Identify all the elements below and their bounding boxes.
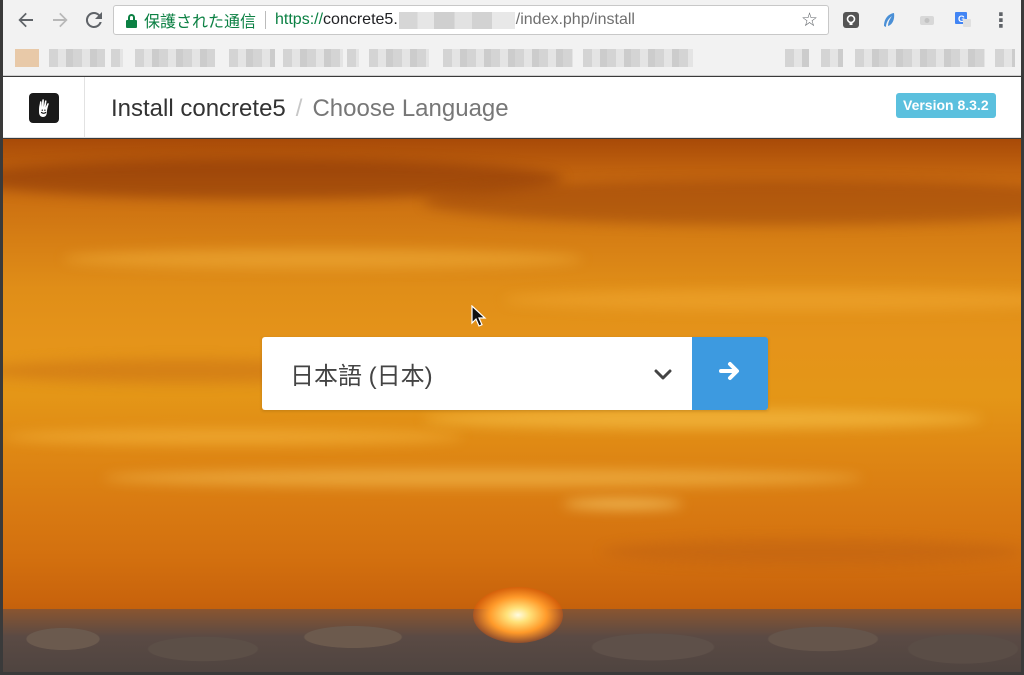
bookmark-item[interactable]	[821, 49, 843, 67]
bookmark-item[interactable]	[135, 49, 215, 67]
bookmark-item[interactable]	[369, 49, 429, 67]
extension-bulb-icon[interactable]	[841, 10, 861, 30]
bookmark-item[interactable]	[855, 49, 985, 67]
bookmark-item[interactable]	[785, 49, 809, 67]
installer-step: Choose Language	[312, 95, 509, 122]
omnibox-separator	[265, 11, 267, 29]
concrete5-hand-logo[interactable]	[28, 92, 59, 123]
more-vert-icon[interactable]: ⋮	[991, 10, 1011, 32]
url-scheme: https://	[275, 11, 324, 28]
bookmark-item[interactable]	[229, 49, 275, 67]
continue-button[interactable]	[692, 337, 768, 410]
language-form: 日本語 (日本)	[262, 337, 768, 410]
page-title: Install concrete5 / Choose Language	[111, 95, 509, 123]
forward-arrow-icon[interactable]	[47, 7, 73, 33]
installer-header: Install concrete5 / Choose Language	[3, 77, 1021, 138]
language-select[interactable]: 日本語 (日本)	[262, 337, 692, 410]
extension-translate-icon[interactable]: G	[953, 10, 973, 30]
chevron-down-icon	[654, 360, 672, 388]
address-bar[interactable]: 保護された通信 https:// concrete5. /index.php/i…	[113, 5, 829, 35]
bookmark-item[interactable]	[995, 49, 1015, 67]
installer-title: Install concrete5	[111, 95, 286, 122]
bookmark-item[interactable]	[583, 49, 693, 67]
bookmark-item[interactable]	[111, 49, 123, 67]
breadcrumb-separator: /	[295, 95, 303, 122]
browser-toolbar: 保護された通信 https:// concrete5. /index.php/i…	[3, 0, 1021, 40]
bookmark-item[interactable]	[49, 49, 105, 67]
browser-window: 保護された通信 https:// concrete5. /index.php/i…	[0, 0, 1024, 675]
reload-icon[interactable]	[81, 7, 107, 33]
bookmarks-bar	[3, 40, 1021, 76]
version-badge: Version 8.3.2	[896, 93, 996, 118]
url-host: concrete5.	[323, 11, 398, 28]
lock-icon	[125, 13, 138, 28]
bookmark-item[interactable]	[15, 49, 39, 67]
bookmark-star-icon[interactable]: ☆	[801, 9, 818, 32]
secure-connection-label: 保護された通信	[144, 14, 257, 31]
url-path: /index.php/install	[515, 11, 635, 28]
extension-feather-icon[interactable]	[879, 10, 899, 30]
sun	[473, 587, 563, 643]
extension-camera-icon[interactable]	[917, 10, 937, 30]
arrow-right-icon	[718, 360, 742, 387]
logo-cell	[3, 77, 85, 138]
bookmark-item[interactable]	[443, 49, 573, 67]
language-select-value: 日本語 (日本)	[290, 363, 433, 390]
back-arrow-icon[interactable]	[13, 7, 39, 33]
url-redacted	[398, 11, 515, 29]
bookmark-item[interactable]	[283, 49, 343, 67]
bookmark-item[interactable]	[347, 49, 359, 67]
mouse-cursor-icon	[471, 304, 487, 332]
